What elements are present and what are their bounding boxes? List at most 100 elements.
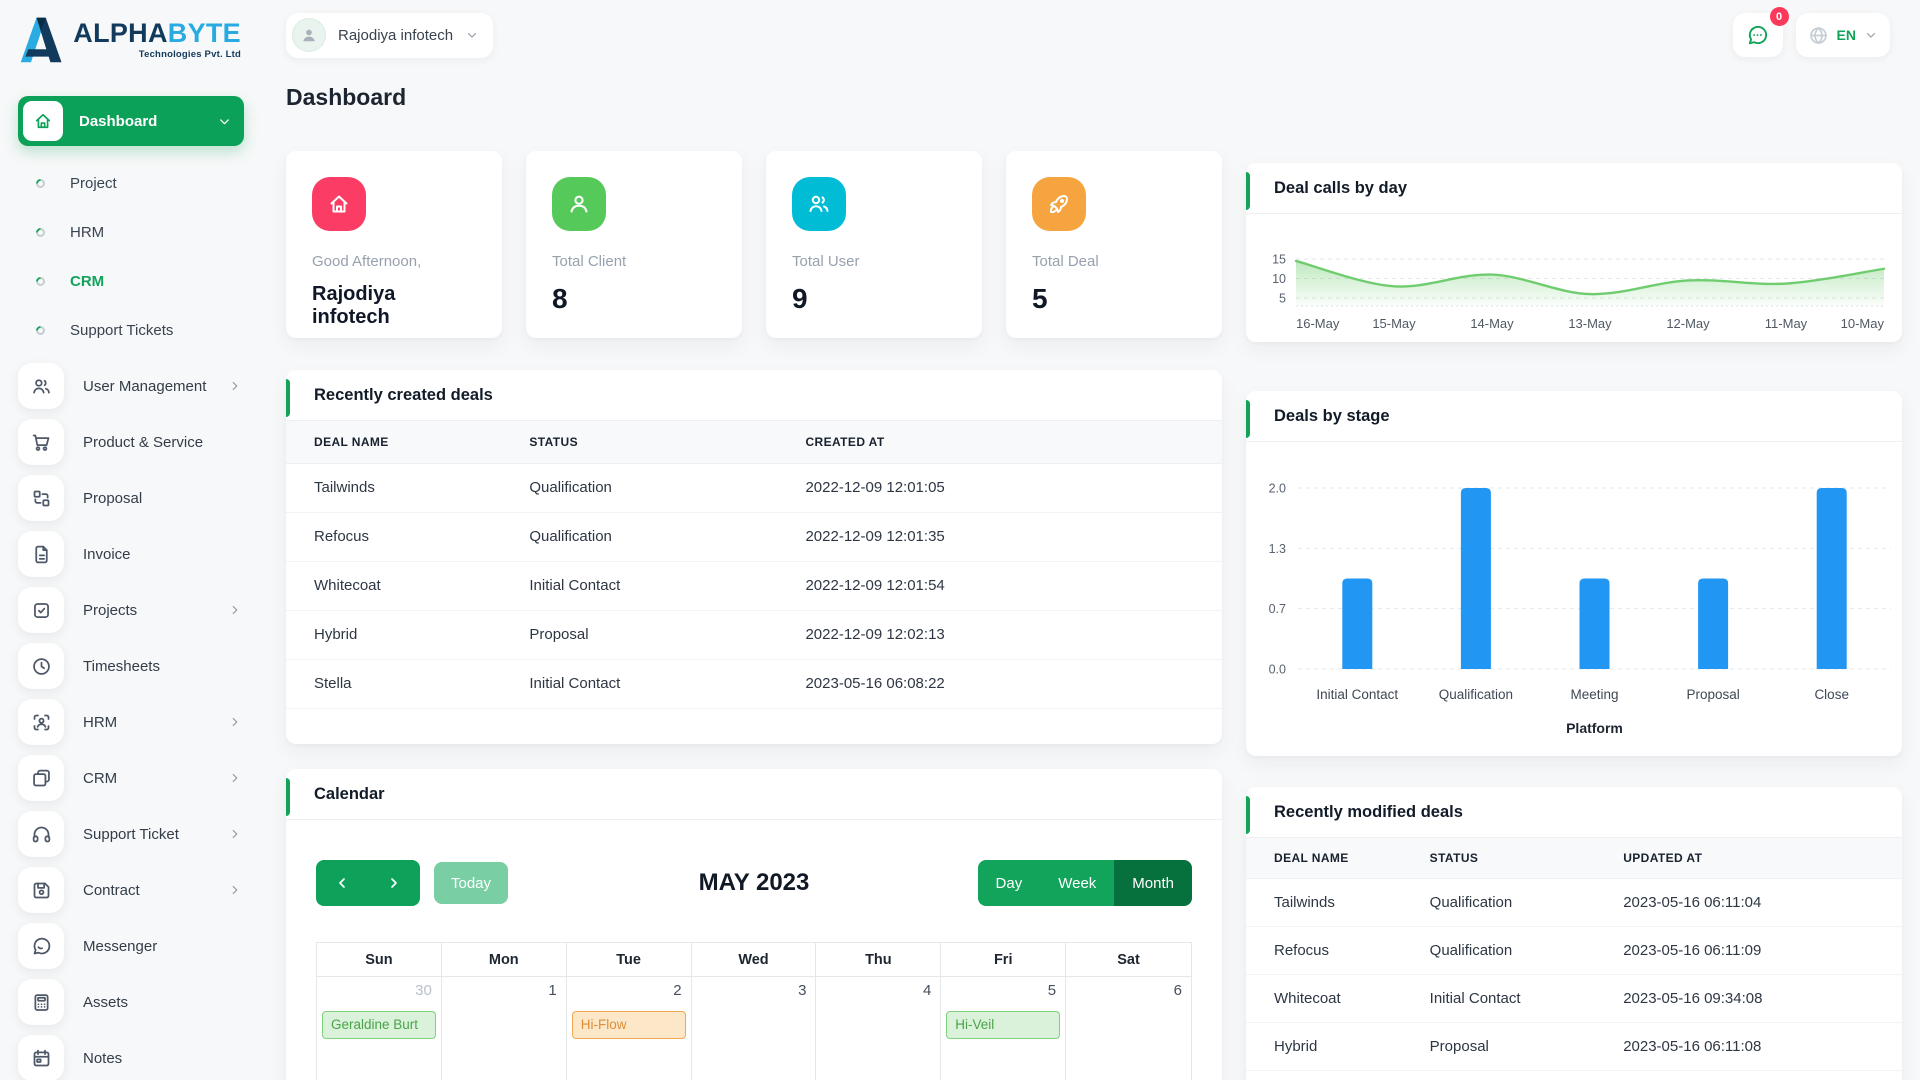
calendar-next-button[interactable] xyxy=(368,860,420,906)
stat-label: Total User xyxy=(792,253,860,270)
calendar-cell[interactable]: 2 Hi-Flow xyxy=(567,977,692,1080)
message-icon xyxy=(31,936,52,957)
calendar-cell[interactable]: 30 Geraldine Burt xyxy=(317,977,442,1080)
rocket-icon-chip xyxy=(1032,177,1086,231)
sidebar-item-assets[interactable]: Assets xyxy=(18,974,244,1030)
sidebar-item-invoice[interactable]: Invoice xyxy=(18,526,244,582)
table-cell: Tailwinds xyxy=(286,463,530,513)
stat-label: Total Client xyxy=(552,253,627,270)
table-cell: Qualification xyxy=(1429,926,1624,975)
sidebar-subitem-crm[interactable]: CRM xyxy=(18,257,244,306)
calendar-event[interactable]: Hi-Flow xyxy=(571,1011,686,1039)
calendar-cell[interactable]: 1 xyxy=(442,977,567,1080)
notification-badge: 0 xyxy=(1769,7,1789,26)
sidebar-item-support-ticket[interactable]: Support Ticket xyxy=(18,806,244,862)
sidebar-item-timesheets[interactable]: Timesheets xyxy=(18,638,244,694)
calendar-cell[interactable]: 6 xyxy=(1066,977,1191,1080)
chevron-right-icon xyxy=(228,715,242,729)
svg-text:0.0: 0.0 xyxy=(1269,663,1286,677)
svg-text:Initial Contact: Initial Contact xyxy=(1316,687,1398,702)
calendar-nav-group xyxy=(316,860,420,906)
calendar-day-header: Sat xyxy=(1066,943,1191,977)
calendar-view-day[interactable]: Day xyxy=(977,860,1041,906)
chat-icon xyxy=(1746,24,1769,47)
svg-text:14-May: 14-May xyxy=(1470,316,1514,331)
invoice-icon-chip xyxy=(18,531,64,577)
language-selector[interactable]: EN xyxy=(1795,13,1890,57)
user-icon xyxy=(567,192,591,216)
user-scan-icon-chip xyxy=(18,699,64,745)
sidebar-item-projects[interactable]: Projects xyxy=(18,582,244,638)
calendar-today-button[interactable]: Today xyxy=(434,862,508,904)
table-cell: Initial Contact xyxy=(529,659,806,709)
clock-icon xyxy=(31,656,52,677)
svg-text:Meeting: Meeting xyxy=(1570,687,1618,702)
checkbox-icon xyxy=(31,600,52,621)
accent-bar xyxy=(286,379,290,417)
users-icon-chip xyxy=(792,177,846,231)
sidebar-nav: Dashboard Project HRM CRM Support Tickets Use… xyxy=(18,96,244,1080)
column-header: STATUS xyxy=(1429,838,1624,879)
calculator-icon-chip xyxy=(18,979,64,1025)
table-row: Stella Initial Contact 2023-05-16 06:08:22 xyxy=(286,659,1222,709)
sidebar-item-user-management[interactable]: User Management xyxy=(18,358,244,414)
sidebar-subitem-label: CRM xyxy=(70,273,105,290)
card-title: Deal calls by day xyxy=(1274,179,1407,197)
notebook-icon-chip xyxy=(18,1035,64,1080)
sidebar-item-label: Projects xyxy=(83,601,138,619)
sidebar-item-label: Support Ticket xyxy=(83,825,179,843)
calendar-prev-button[interactable] xyxy=(316,860,368,906)
sidebar-subitem-support-tickets[interactable]: Support Tickets xyxy=(18,306,244,355)
stat-card-total-user: Total User 9 xyxy=(766,151,982,338)
sidebar-item-hrm[interactable]: HRM xyxy=(18,694,244,750)
sidebar-item-label: HRM xyxy=(83,713,118,731)
card-title: Recently modified deals xyxy=(1274,803,1463,821)
users-icon xyxy=(807,192,831,216)
card-title: Recently created deals xyxy=(314,386,493,404)
headset-icon xyxy=(31,824,52,845)
calendar-event[interactable]: Hi-Veil xyxy=(946,1011,1061,1039)
sidebar-item-proposal[interactable]: Proposal xyxy=(18,470,244,526)
sidebar-item-label: Proposal xyxy=(83,489,143,507)
calendar-day-header: Thu xyxy=(816,943,942,977)
company-selector[interactable]: Rajodiya infotech xyxy=(286,12,494,58)
sidebar-subitem-project[interactable]: Project xyxy=(18,159,244,208)
calendar-view-month[interactable]: Month xyxy=(1114,860,1192,906)
calendar-cell[interactable]: 5 Hi-Veil xyxy=(941,977,1067,1080)
messages-button[interactable]: 0 xyxy=(1732,7,1789,57)
cart-icon xyxy=(31,432,52,453)
brand-name: ALPHABYTE xyxy=(73,18,241,48)
calendar-cell[interactable]: 4 xyxy=(816,977,942,1080)
table-cell: 2022-12-09 12:01:35 xyxy=(805,512,1222,562)
sidebar-item-label: Timesheets xyxy=(83,657,160,675)
accent-bar xyxy=(1246,400,1250,438)
floppy-icon xyxy=(31,880,52,901)
sidebar-item-notes[interactable]: Notes xyxy=(18,1030,244,1080)
table-cell: Whitecoat xyxy=(1246,974,1430,1023)
calendar-day-header: Sun xyxy=(317,943,442,977)
calendar-event[interactable]: Geraldine Burt xyxy=(322,1011,436,1039)
sidebar-item-crm[interactable]: CRM xyxy=(18,750,244,806)
brand-logo[interactable]: ALPHABYTE Technologies Pvt. Ltd xyxy=(18,10,244,70)
calendar-view-switcher: Day Week Month xyxy=(977,860,1192,906)
calendar-date: 5 xyxy=(1047,982,1057,999)
svg-text:Proposal: Proposal xyxy=(1686,687,1739,702)
sidebar-subitem-hrm[interactable]: HRM xyxy=(18,208,244,257)
chevron-right-icon xyxy=(228,603,242,617)
svg-text:11-May: 11-May xyxy=(1765,316,1808,331)
stat-card-total-client: Total Client 8 xyxy=(526,151,742,338)
calendar-cell[interactable]: 3 xyxy=(692,977,817,1080)
globe-icon xyxy=(1808,25,1829,46)
sidebar-item-contract[interactable]: Contract xyxy=(18,862,244,918)
point-icon xyxy=(34,324,47,337)
sidebar-item-product-service[interactable]: Product & Service xyxy=(18,414,244,470)
calendar-view-week[interactable]: Week xyxy=(1040,860,1115,906)
svg-text:Close: Close xyxy=(1814,687,1849,702)
sidebar-item-dashboard[interactable]: Dashboard xyxy=(18,96,244,146)
table-row: Whitecoat Initial Contact 2022-12-09 12:01… xyxy=(286,561,1222,611)
checkbox-icon-chip xyxy=(18,587,64,633)
calendar-day-headers: Sun Mon Tue Wed Thu Fri Sat xyxy=(317,943,1191,977)
floppy-icon-chip xyxy=(18,867,64,913)
chevron-down-icon xyxy=(465,28,479,42)
sidebar-item-messenger[interactable]: Messenger xyxy=(18,918,244,974)
